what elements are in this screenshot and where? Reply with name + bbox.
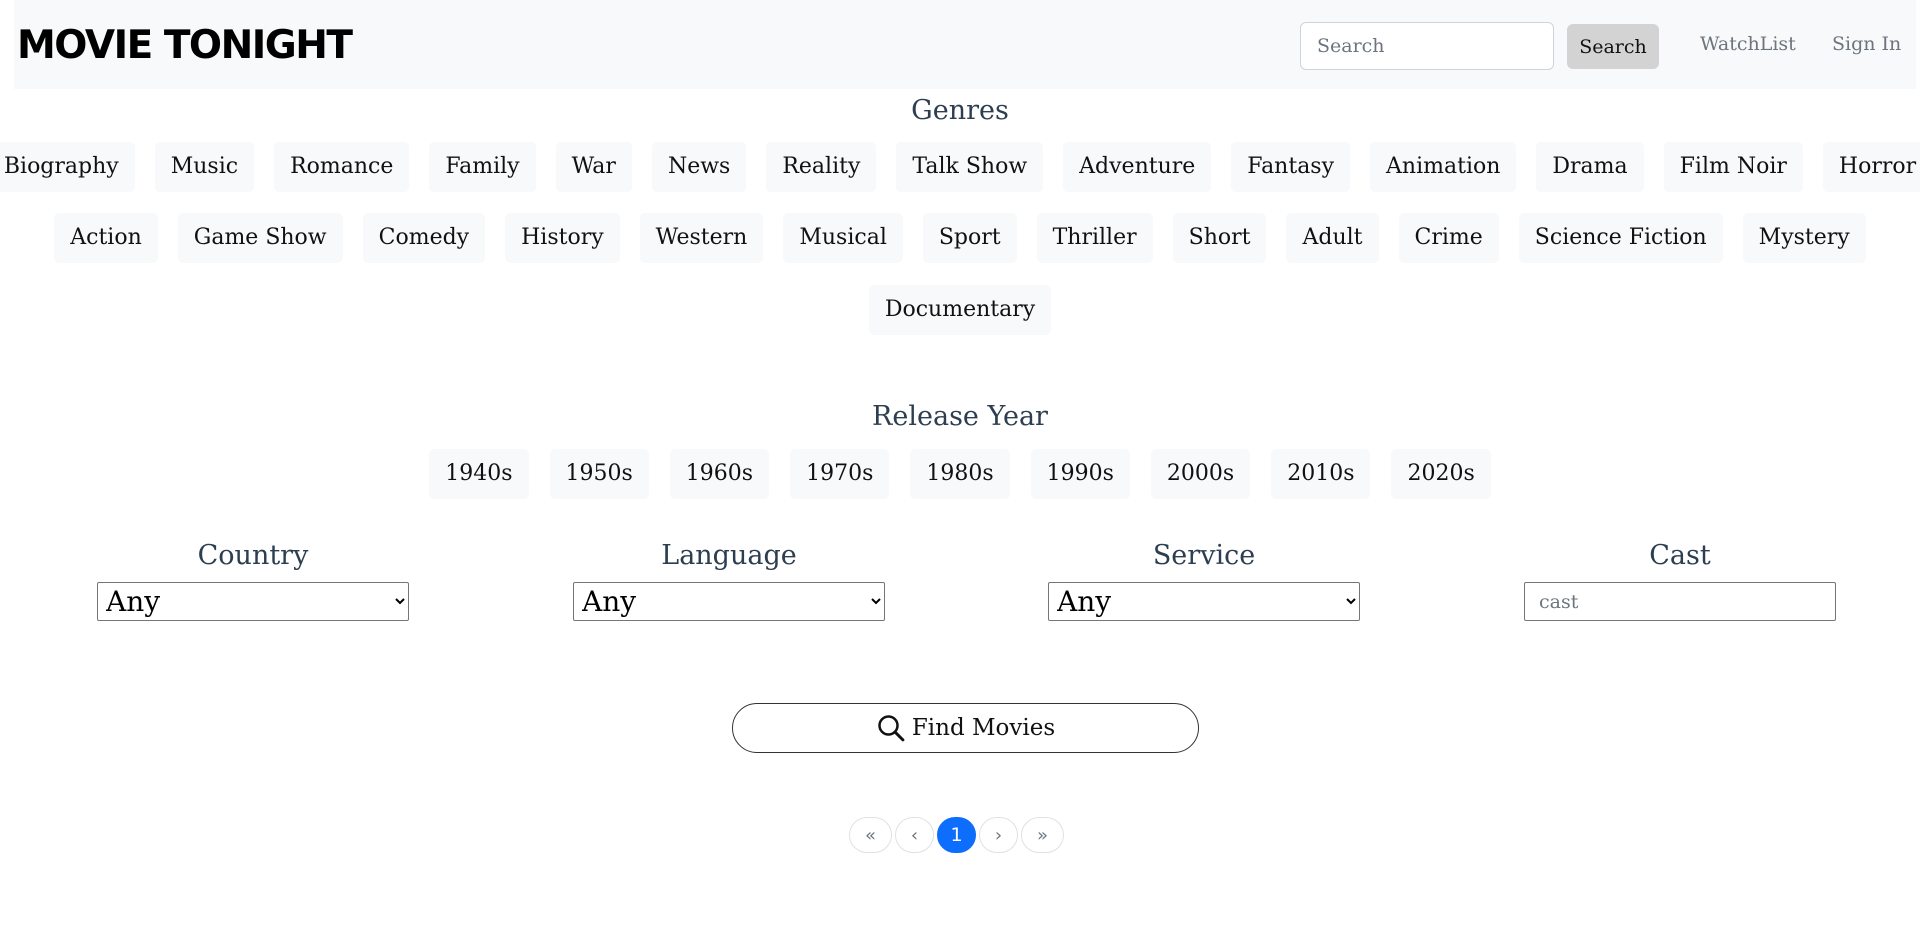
genre-row-1: Biography Music Romance Family War News Realit…	[0, 142, 1920, 192]
genre-chip[interactable]: Musical	[783, 213, 903, 263]
page-first-button[interactable]: «	[849, 817, 892, 853]
genre-chip[interactable]: Sport	[922, 213, 1017, 263]
genre-chip[interactable]: Music	[154, 142, 255, 192]
decade-chip[interactable]: 1980s	[910, 449, 1010, 499]
genre-chip[interactable]: Film Noir	[1663, 142, 1803, 192]
brand-logo[interactable]: MOVIE TONIGHT	[17, 22, 353, 70]
country-select[interactable]: Any	[97, 582, 409, 621]
cast-label: Cast	[1649, 540, 1711, 571]
country-label: Country	[197, 540, 309, 571]
decade-chip[interactable]: 2010s	[1271, 449, 1371, 499]
cast-input[interactable]	[1524, 582, 1836, 621]
decade-chip[interactable]: 1990s	[1030, 449, 1130, 499]
genre-chip[interactable]: Thriller	[1036, 213, 1153, 263]
find-movies-button[interactable]: Find Movies	[732, 703, 1199, 753]
find-movies-label: Find Movies	[911, 715, 1056, 741]
genre-chip[interactable]: Fantasy	[1231, 142, 1351, 192]
genre-chip[interactable]: Crime	[1398, 213, 1499, 263]
service-label: Service	[1152, 540, 1256, 571]
decade-chip[interactable]: 1970s	[790, 449, 890, 499]
language-label: Language	[661, 540, 797, 571]
genre-chip[interactable]: War	[555, 142, 632, 192]
genre-chip[interactable]: Animation	[1370, 142, 1517, 192]
search-input[interactable]	[1300, 22, 1554, 70]
page-prev-button[interactable]: ‹	[895, 817, 934, 853]
genre-chip[interactable]: Biography	[0, 142, 135, 192]
genres-title: Genres	[911, 95, 1009, 126]
release-year-title: Release Year	[872, 401, 1048, 432]
genre-chip[interactable]: Adventure	[1063, 142, 1212, 192]
genre-chip[interactable]: Mystery	[1742, 213, 1866, 263]
watchlist-link[interactable]: WatchList	[1700, 30, 1796, 58]
page-last-button[interactable]: »	[1021, 817, 1064, 853]
genre-chip[interactable]: Short	[1172, 213, 1267, 263]
page-next-button[interactable]: ›	[979, 817, 1018, 853]
decade-row: 1940s 1950s 1960s 1970s 1980s 1990s 2000s 2010s…	[0, 449, 1920, 499]
genre-chip[interactable]: Action	[54, 213, 158, 263]
navbar: MOVIE TONIGHT Search WatchList Sign In	[14, 0, 1916, 89]
genre-chip[interactable]: Adult	[1286, 213, 1379, 263]
genre-row-3: Documentary	[0, 285, 1920, 335]
decade-chip[interactable]: 2000s	[1150, 449, 1251, 499]
genre-chip[interactable]: News	[651, 142, 747, 192]
genre-chip[interactable]: Reality	[766, 142, 877, 192]
decade-chip[interactable]: 1940s	[429, 449, 529, 499]
decade-chip[interactable]: 1950s	[549, 449, 649, 499]
genre-chip[interactable]: Documentary	[868, 285, 1052, 335]
pagination: « ‹ 1 › »	[849, 817, 1064, 853]
genre-chip[interactable]: Science Fiction	[1518, 213, 1723, 263]
genre-chip[interactable]: Talk Show	[896, 142, 1044, 192]
language-select[interactable]: Any	[573, 582, 885, 621]
genre-chip[interactable]: Comedy	[362, 213, 486, 263]
genre-chip[interactable]: Western	[639, 213, 764, 263]
decade-chip[interactable]: 1960s	[669, 449, 770, 499]
decade-chip[interactable]: 2020s	[1391, 449, 1491, 499]
genre-chip[interactable]: Drama	[1536, 142, 1644, 192]
genre-row-2: Action Game Show Comedy History Western Music…	[0, 213, 1920, 263]
genre-chip[interactable]: Game Show	[177, 213, 343, 263]
signin-link[interactable]: Sign In	[1832, 30, 1901, 58]
genre-chip[interactable]: Horror	[1822, 142, 1920, 192]
search-icon	[878, 715, 905, 742]
genre-chip[interactable]: Family	[429, 142, 536, 192]
search-button[interactable]: Search	[1567, 24, 1659, 69]
page-current-button[interactable]: 1	[937, 817, 976, 853]
genre-chip[interactable]: History	[505, 213, 620, 263]
genre-chip[interactable]: Romance	[274, 142, 410, 192]
service-select[interactable]: Any	[1048, 582, 1360, 621]
